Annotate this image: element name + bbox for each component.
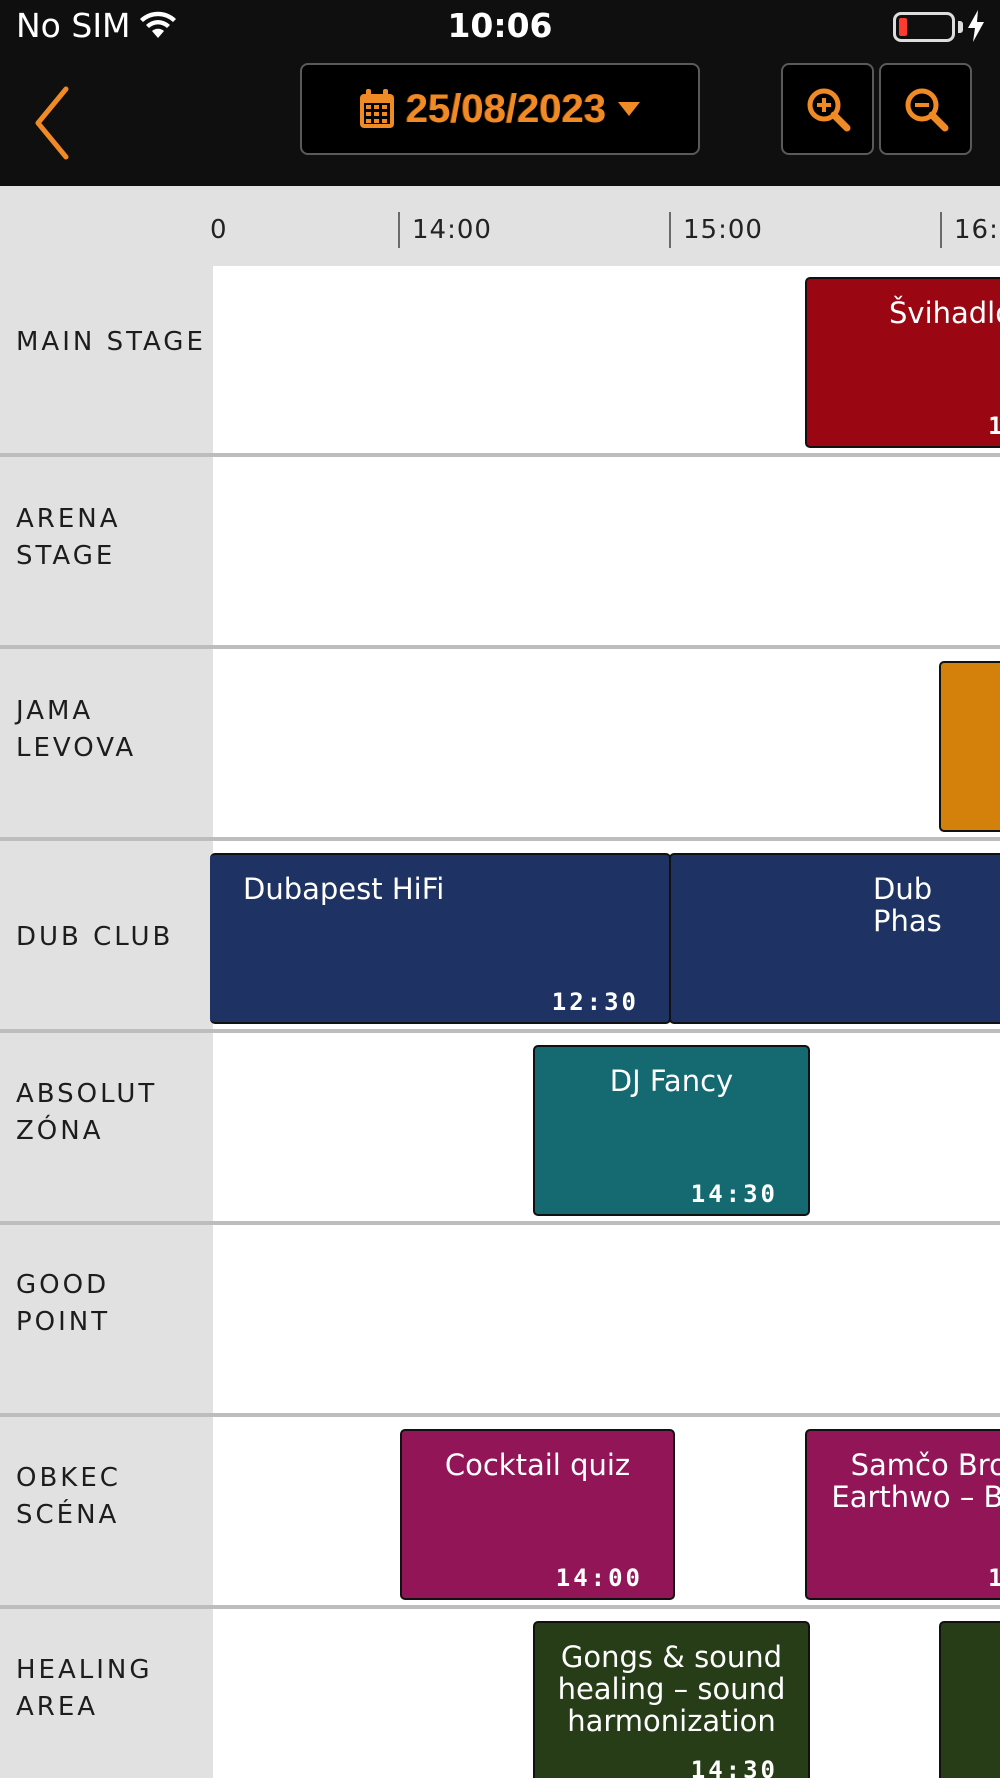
event-jama-levova[interactable] bbox=[939, 661, 1000, 832]
event-samco-brothers[interactable]: Samčo Broth the Earthwo – Bizarre E 15 bbox=[805, 1429, 1000, 1600]
event-title: Dub Phas bbox=[873, 872, 942, 938]
event-cocktail-quiz[interactable]: Cocktail quiz 14:00 bbox=[400, 1429, 675, 1600]
zoom-out-icon bbox=[905, 88, 948, 132]
event-gongs-sound-healing[interactable]: Gongs & sound healing – sound harmonizat… bbox=[533, 1621, 810, 1778]
event-time: 12:30 bbox=[551, 988, 639, 1016]
event-time: 14:30 bbox=[690, 1180, 778, 1208]
row-separator bbox=[0, 453, 1000, 457]
time-tick: 16:0 bbox=[940, 212, 1000, 248]
status-clock: 10:06 bbox=[447, 6, 553, 45]
event-title: Cocktail quiz bbox=[444, 1448, 631, 1482]
schedule-screen: No SIM 10:06 25/08/2023 0 14:00 15:00 16… bbox=[0, 0, 1000, 1778]
stage-label: OBKEC SCÉNA bbox=[16, 1463, 121, 1530]
dropdown-caret-icon bbox=[618, 102, 641, 116]
event-title: Gongs & sound healing – sound harmonizat… bbox=[557, 1640, 786, 1738]
calendar-icon bbox=[359, 89, 394, 128]
charging-bolt-icon bbox=[966, 10, 986, 46]
battery-tip bbox=[958, 21, 963, 33]
battery-icon bbox=[893, 12, 955, 42]
event-healing-area-next[interactable] bbox=[939, 1621, 1000, 1778]
time-tick: 14:00 bbox=[398, 212, 492, 248]
selected-date: 25/08/2023 bbox=[405, 86, 607, 131]
zoom-in-icon bbox=[807, 88, 850, 132]
stage-label: MAIN STAGE bbox=[16, 327, 206, 357]
time-tick: 0 bbox=[210, 215, 228, 245]
stage-label: GOOD POINT bbox=[16, 1270, 111, 1337]
stage-label: DUB CLUB bbox=[16, 922, 174, 952]
row-separator bbox=[0, 645, 1000, 649]
row-separator bbox=[0, 1605, 1000, 1609]
back-chevron-icon bbox=[35, 86, 69, 160]
event-title: DJ Fancy bbox=[609, 1064, 734, 1098]
event-time: 14:00 bbox=[555, 1564, 643, 1592]
status-bar: No SIM 10:06 bbox=[0, 0, 1000, 55]
event-title: Švihadlo bbox=[889, 296, 1000, 330]
battery-level bbox=[899, 18, 907, 36]
event-time: 15 bbox=[988, 412, 1000, 440]
stage-label: ABSOLUT ZÓNA bbox=[16, 1079, 158, 1146]
event-dj-fancy[interactable]: DJ Fancy 14:30 bbox=[533, 1045, 810, 1216]
event-title: Samčo Broth the Earthwo – Bizarre E bbox=[831, 1448, 1000, 1514]
row-separator bbox=[0, 1221, 1000, 1225]
event-dubapest-hifi[interactable]: Dubapest HiFi 12:30 bbox=[210, 853, 671, 1024]
stage-label: HEALING AREA bbox=[16, 1655, 153, 1722]
date-picker-button[interactable]: 25/08/2023 bbox=[300, 63, 700, 155]
zoom-out-button[interactable] bbox=[879, 63, 972, 155]
zoom-in-button[interactable] bbox=[781, 63, 874, 155]
row-separator bbox=[0, 1413, 1000, 1417]
timeline-header[interactable]: 0 14:00 15:00 16:0 bbox=[0, 186, 1000, 266]
stage-label: ARENA STAGE bbox=[16, 504, 121, 571]
event-svihadlo[interactable]: Švihadlo 15 bbox=[805, 277, 1000, 448]
time-tick: 15:00 bbox=[669, 212, 763, 248]
toolbar: 25/08/2023 bbox=[0, 55, 1000, 186]
back-button[interactable] bbox=[30, 85, 80, 161]
event-dub-phase[interactable]: Dub Phas bbox=[669, 853, 1000, 1024]
schedule-grid[interactable]: 0 14:00 15:00 16:0 MAIN STAGE ARENA STAG… bbox=[0, 186, 1000, 1778]
row-separator bbox=[0, 837, 1000, 841]
stage-column: MAIN STAGE ARENA STAGE JAMA LEVOVA DUB C… bbox=[0, 266, 213, 1778]
event-time: 14:30 bbox=[690, 1756, 778, 1778]
row-separator bbox=[0, 1029, 1000, 1033]
event-title: Dubapest HiFi bbox=[243, 872, 445, 906]
stage-label: JAMA LEVOVA bbox=[16, 696, 137, 763]
event-time: 15 bbox=[988, 1564, 1000, 1592]
